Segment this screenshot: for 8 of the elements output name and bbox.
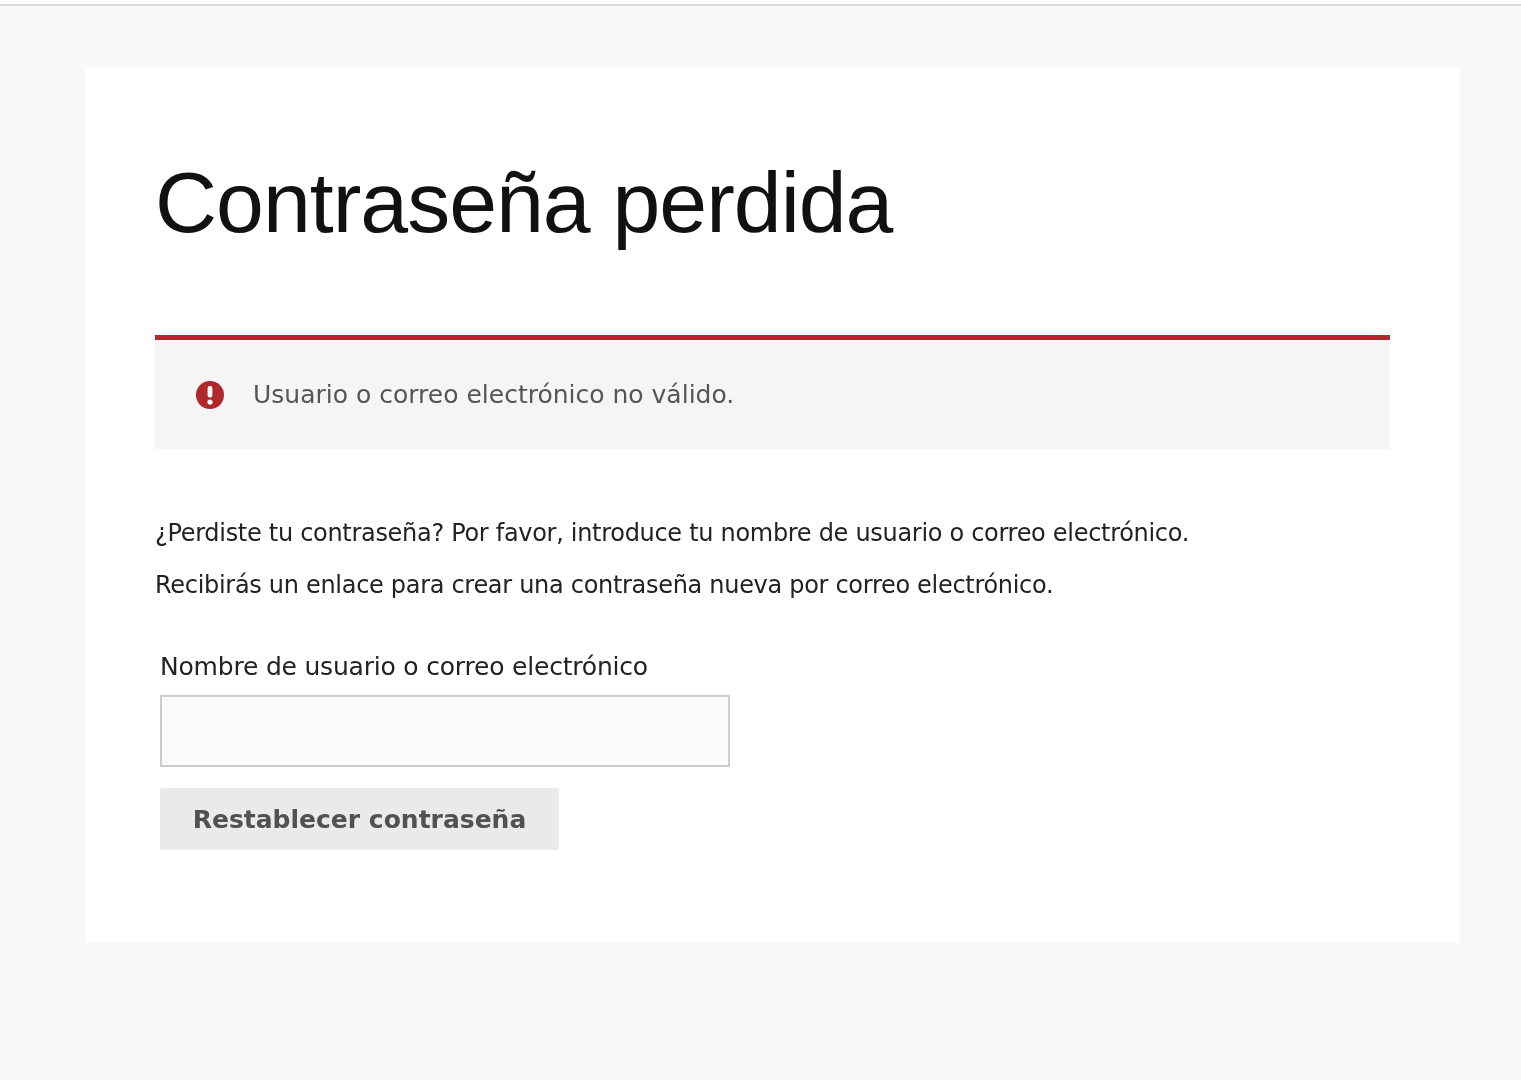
instruction-text: ¿Perdiste tu contraseña? Por favor, introduce tu nombre de usuario o correo electrónico.	[155, 518, 1191, 549]
page-title: Contraseña perdida	[155, 153, 895, 252]
username-field[interactable]	[160, 695, 730, 767]
reset-password-button[interactable]: Restablecer contraseña	[160, 788, 559, 850]
instruction-text: Recibirás un enlace para crear una contraseña nueva por correo electrónico.	[155, 570, 1055, 601]
alert-icon	[195, 379, 225, 410]
error-message: Usuario o correo electrónico no válido.	[253, 380, 735, 409]
field-label: Nombre de usuario o correo electrónico	[160, 651, 648, 683]
